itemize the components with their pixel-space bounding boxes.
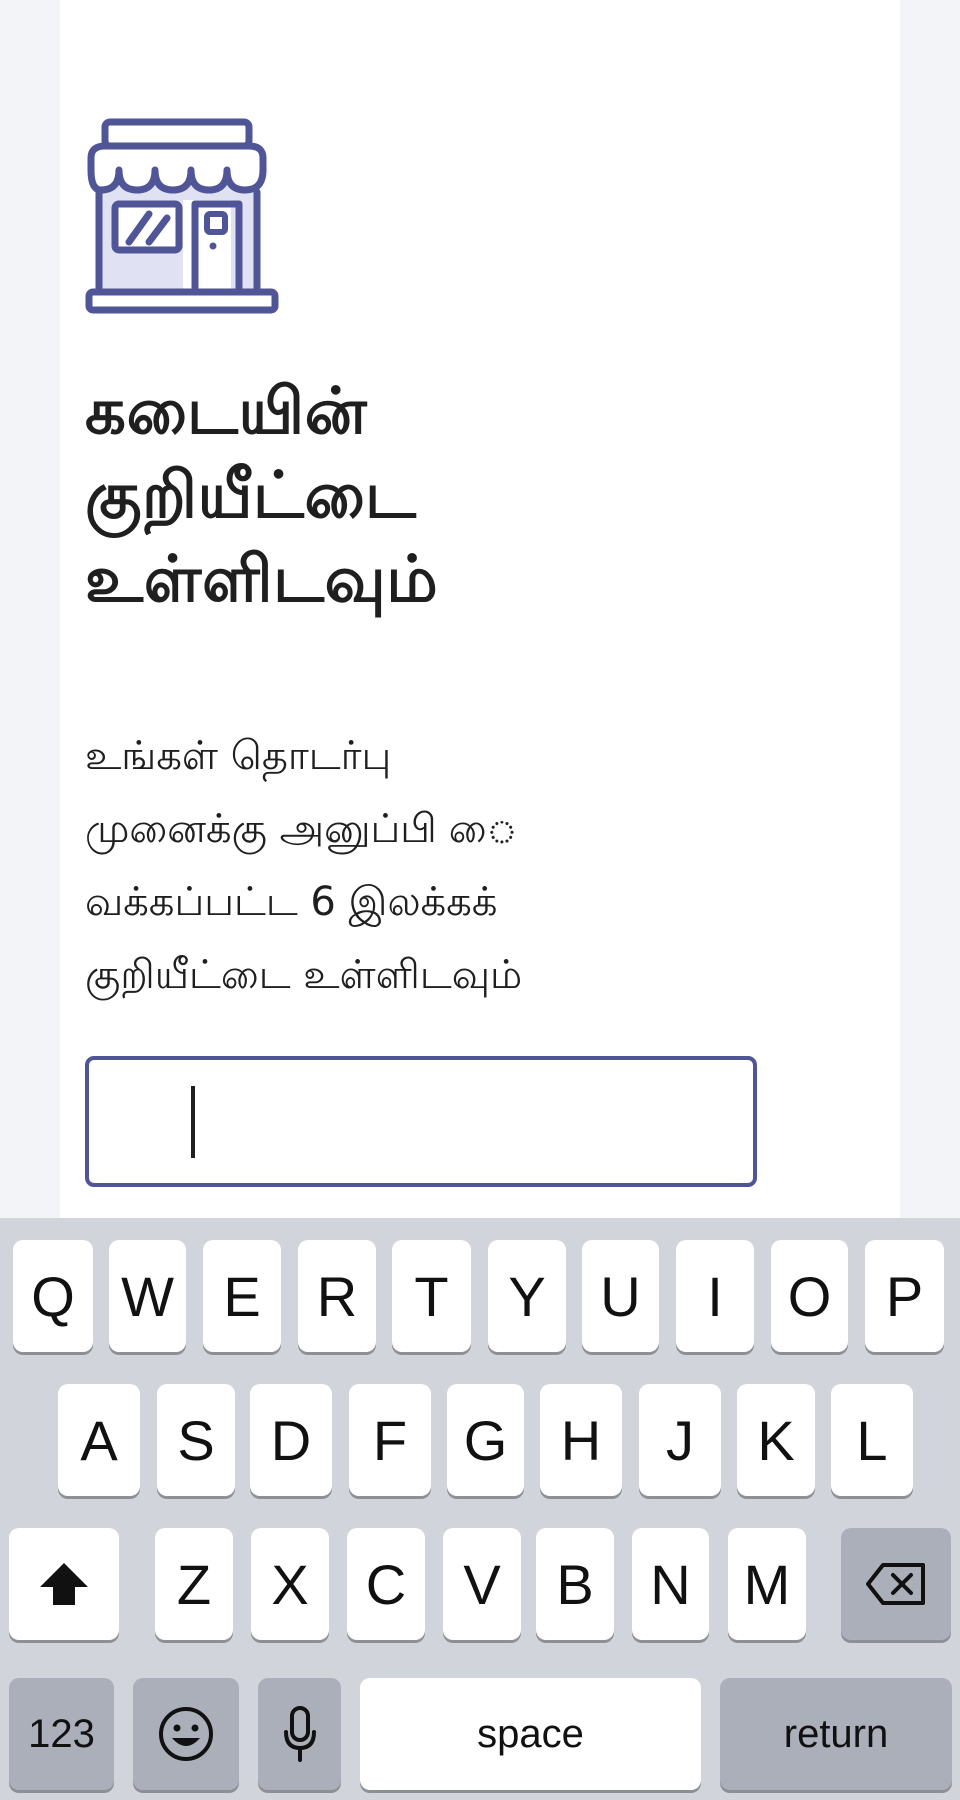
instruction-line: உங்கள் தொடர்பு	[85, 733, 392, 779]
on-screen-keyboard: Q W E R T Y U I O P A S D F G H J K L Z …	[0, 1218, 960, 1800]
key-r[interactable]: R	[298, 1240, 376, 1352]
key-z[interactable]: Z	[155, 1528, 233, 1640]
instruction-line: குறியீட்டை உள்ளிடவும்	[85, 952, 523, 998]
key-j[interactable]: J	[639, 1384, 721, 1496]
key-u[interactable]: U	[582, 1240, 659, 1352]
space-key[interactable]: space	[360, 1678, 701, 1790]
store-code-input[interactable]	[85, 1056, 757, 1187]
numbers-key[interactable]: 123	[9, 1678, 114, 1790]
instruction-line: முனைக்கு அனுப்பி ை	[85, 806, 518, 852]
key-h[interactable]: H	[540, 1384, 622, 1496]
key-m[interactable]: M	[728, 1528, 806, 1640]
shift-key[interactable]	[9, 1528, 119, 1640]
key-k[interactable]: K	[737, 1384, 815, 1496]
shift-arrow-icon	[40, 1563, 88, 1605]
backspace-icon	[866, 1563, 925, 1605]
microphone-icon	[283, 1706, 316, 1762]
key-s[interactable]: S	[157, 1384, 235, 1496]
key-f[interactable]: F	[349, 1384, 431, 1496]
key-o[interactable]: O	[771, 1240, 848, 1352]
key-n[interactable]: N	[632, 1528, 709, 1640]
emoji-key[interactable]	[133, 1678, 239, 1790]
key-e[interactable]: E	[203, 1240, 281, 1352]
emoji-icon	[159, 1707, 213, 1761]
store-icon	[85, 118, 279, 314]
text-caret	[191, 1086, 195, 1158]
key-p[interactable]: P	[865, 1240, 944, 1352]
key-a[interactable]: A	[58, 1384, 140, 1496]
key-w[interactable]: W	[109, 1240, 186, 1352]
page-title-line: குறியீட்டை	[85, 459, 417, 533]
key-i[interactable]: I	[676, 1240, 754, 1352]
return-key[interactable]: return	[720, 1678, 952, 1790]
instruction-line: வக்கப்பட்ட 6 இலக்கக்	[85, 879, 498, 925]
key-l[interactable]: L	[831, 1384, 913, 1496]
backspace-key[interactable]	[841, 1528, 951, 1640]
key-t[interactable]: T	[392, 1240, 471, 1352]
key-q[interactable]: Q	[13, 1240, 93, 1352]
key-c[interactable]: C	[347, 1528, 425, 1640]
microphone-key[interactable]	[258, 1678, 341, 1790]
page-title-line: உள்ளிடவும்	[85, 543, 439, 617]
key-y[interactable]: Y	[488, 1240, 566, 1352]
page-title-line: கடையின்	[85, 375, 368, 449]
page-title: கடையின் குறியீட்டை உள்ளிடவும்	[85, 370, 745, 622]
key-b[interactable]: B	[536, 1528, 614, 1640]
key-g[interactable]: G	[447, 1384, 524, 1496]
key-v[interactable]: V	[443, 1528, 521, 1640]
key-d[interactable]: D	[250, 1384, 332, 1496]
instruction-text: உங்கள் தொடர்பு முனைக்கு அனுப்பி ை வக்கப்…	[85, 720, 705, 1012]
key-x[interactable]: X	[251, 1528, 329, 1640]
